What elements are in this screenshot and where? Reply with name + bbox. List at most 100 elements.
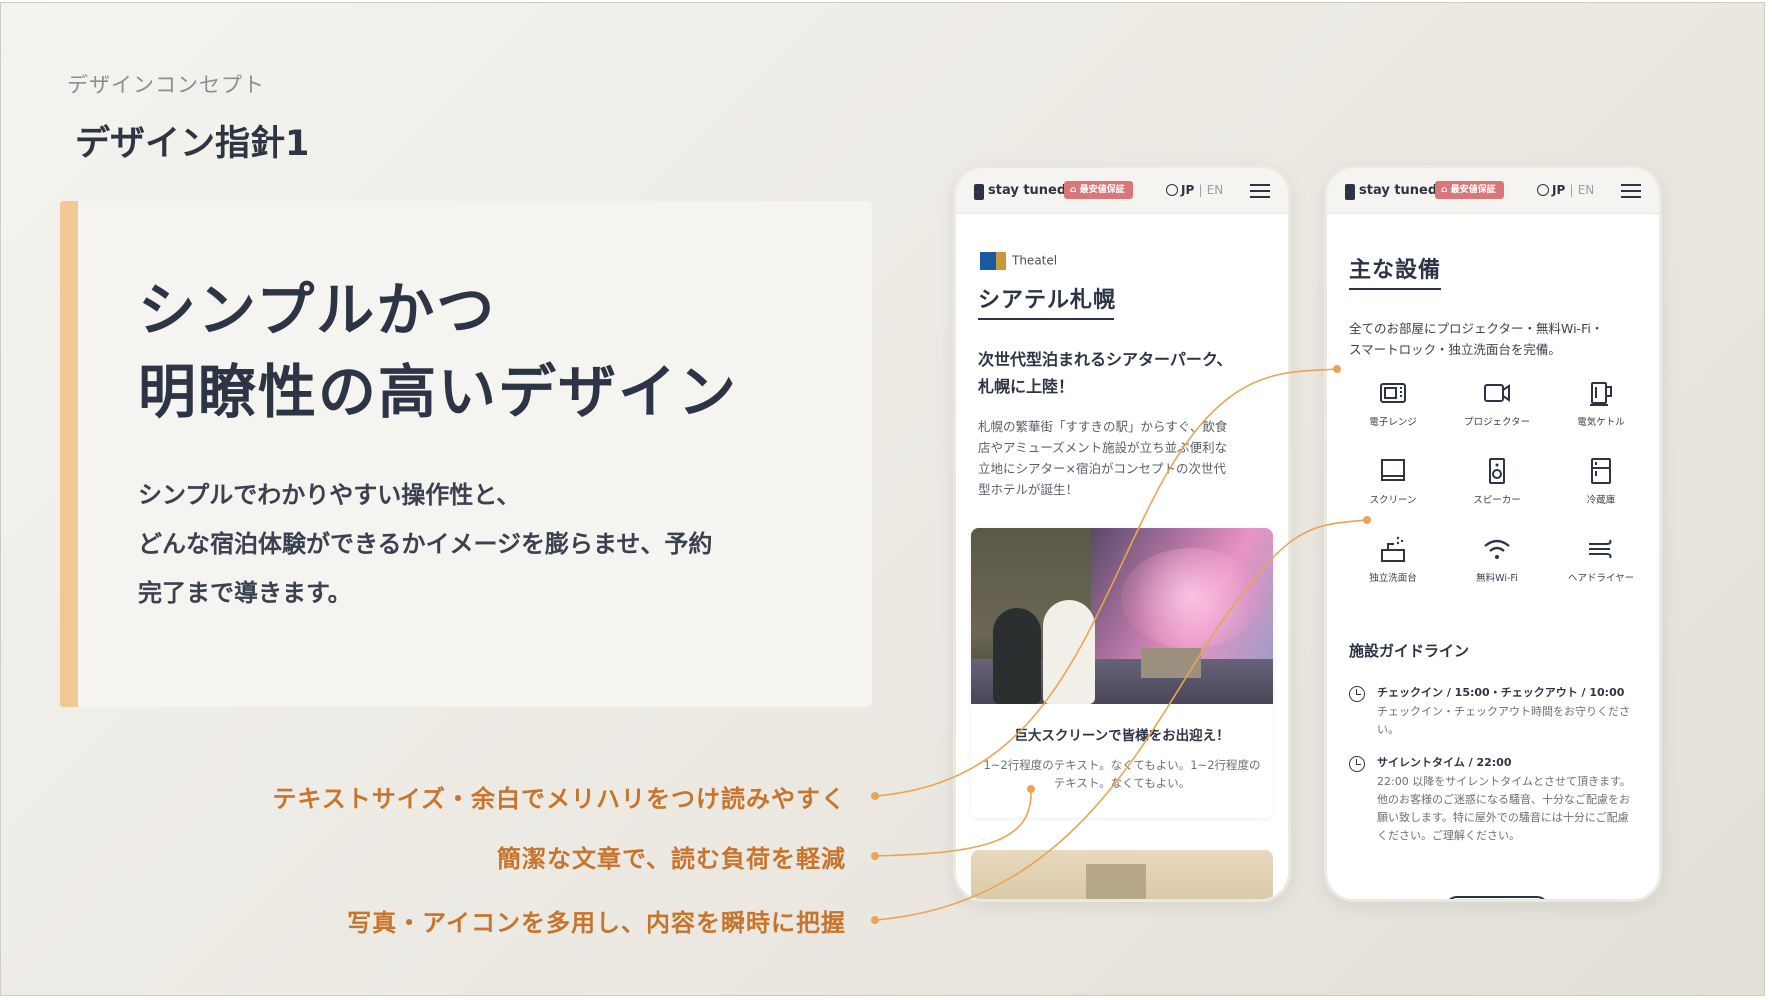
amenity-washbasin: 独立洗面台 bbox=[1341, 534, 1445, 604]
stay-tuned-logo-text[interactable]: stay tuned bbox=[988, 183, 1066, 198]
washbasin-icon bbox=[1381, 536, 1405, 562]
feature-title: 巨大スクリーンで皆様をお出迎え！ bbox=[1014, 728, 1230, 744]
clock-icon bbox=[1349, 686, 1365, 702]
hotel-name: シアテル札幌 bbox=[978, 288, 1117, 313]
feature-text: 1~2行程度のテキスト。なくてもよい。1~2行程度のテキスト。なくてもよい。 bbox=[983, 758, 1261, 790]
amenity-screen: スクリーン bbox=[1341, 456, 1445, 526]
phone-mockup-hotel: stay tuned ⌂ 最安値保証 JP | EN Theatel シアテル札… bbox=[953, 165, 1291, 902]
stay-tuned-logo-icon[interactable] bbox=[1345, 184, 1355, 200]
headline-line: 明瞭性の高いデザイン bbox=[138, 358, 739, 426]
hairdryer-icon bbox=[1589, 539, 1612, 559]
amenity-hairdryer: ヘアドライヤー bbox=[1549, 534, 1653, 604]
annotation-dot bbox=[871, 792, 879, 800]
language-switch[interactable]: JP | EN bbox=[1537, 183, 1594, 197]
catch-line: 札幌に上陸！ bbox=[978, 377, 1075, 396]
badge-label: 最安値保証 bbox=[1079, 185, 1125, 195]
screen-icon bbox=[1381, 459, 1405, 481]
body-line: どんな宿泊体験ができるかイメージを膨らませ、予約 bbox=[138, 530, 713, 558]
kettle-icon bbox=[1590, 382, 1612, 406]
amenity-label: 独立洗面台 bbox=[1369, 573, 1417, 584]
globe-icon bbox=[1537, 184, 1549, 196]
feature-card[interactable]: 巨大スクリーンで皆様をお出迎え！ 1~2行程度のテキスト。なくてもよい。1~2行… bbox=[971, 528, 1273, 818]
hotel-description: 札幌の繁華街「すすきの駅」からすぐ、飲食 店やアミューズメント施設が立ち並ぶ便利… bbox=[978, 416, 1273, 500]
phone-header: stay tuned ⌂ 最安値保証 JP | EN bbox=[956, 168, 1288, 214]
amenity-microwave: 電子レンジ bbox=[1341, 378, 1445, 448]
annotation-dot bbox=[871, 916, 879, 924]
amenity-label: プロジェクター bbox=[1463, 417, 1531, 428]
amenity-label: 電気ケトル bbox=[1577, 417, 1625, 428]
wifi-icon bbox=[1484, 539, 1510, 559]
lowest-price-badge: ⌂ 最安値保証 bbox=[1435, 181, 1504, 199]
phone-mockup-amenities: stay tuned ⌂ 最安値保証 JP | EN 主な設備 全てのお部屋にプ… bbox=[1324, 165, 1662, 902]
microwave-icon bbox=[1380, 383, 1406, 403]
hamburger-menu-icon[interactable] bbox=[1621, 184, 1641, 198]
amenity-label: 冷蔵庫 bbox=[1586, 495, 1616, 506]
read-more-button[interactable] bbox=[1445, 896, 1549, 899]
badge-label: 最安値保証 bbox=[1450, 185, 1496, 195]
amenity-label: ヘアドライヤー bbox=[1567, 573, 1635, 584]
amenity-projector: プロジェクター bbox=[1445, 378, 1549, 448]
annotation-text-size: テキストサイズ・余白でメリハリをつけ読みやすく bbox=[272, 785, 846, 813]
amenities-title-underline bbox=[1349, 288, 1441, 290]
lang-en[interactable]: EN bbox=[1578, 183, 1595, 197]
amenity-fridge: 冷蔵庫 bbox=[1549, 456, 1653, 526]
theater-photo bbox=[971, 528, 1273, 704]
concept-body: シンプルでわかりやすい操作性と、 どんな宿泊体験ができるかイメージを膨らませ、予… bbox=[138, 471, 838, 618]
clock-icon bbox=[1349, 756, 1365, 772]
guideline-heading: サイレントタイム / 22:00 bbox=[1377, 756, 1512, 769]
annotation-photos-icons: 写真・アイコンを多用し、内容を瞬時に把握 bbox=[347, 909, 846, 937]
amenities-desc-line: スマートロック・独立洗面台を完備。 bbox=[1349, 342, 1561, 357]
hotel-catchcopy: 次世代型泊まれるシアターパーク、 札幌に上陸！ bbox=[978, 346, 1268, 400]
language-switch[interactable]: JP | EN bbox=[1166, 183, 1223, 197]
theatel-logo-text: Theatel bbox=[1012, 253, 1058, 268]
annotation-concise-text: 簡潔な文章で、読む負荷を軽減 bbox=[496, 845, 846, 873]
guideline-title: 施設ガイドライン bbox=[1349, 642, 1470, 660]
slide: デザインコンセプト デザイン指針1 シンプルかつ 明瞭性の高いデザイン シンプル… bbox=[0, 2, 1765, 996]
catch-line: 次世代型泊まれるシアターパーク、 bbox=[978, 350, 1233, 369]
amenity-wifi: 無料Wi-Fi bbox=[1445, 534, 1549, 604]
amenities-description: 全てのお部屋にプロジェクター・無料Wi-Fi・ スマートロック・独立洗面台を完備… bbox=[1349, 318, 1649, 360]
guideline-silent-time: サイレントタイム / 22:00 22:00 以降をサイレントタイムとさせて頂き… bbox=[1349, 754, 1639, 845]
amenities-desc-line: 全てのお部屋にプロジェクター・無料Wi-Fi・ bbox=[1349, 321, 1604, 336]
concept-headline: シンプルかつ 明瞭性の高いデザイン bbox=[138, 269, 738, 433]
lowest-price-badge: ⌂ 最安値保証 bbox=[1064, 181, 1133, 199]
desc-line: 型ホテルが誕生！ bbox=[978, 482, 1079, 497]
amenity-label: 無料Wi-Fi bbox=[1476, 573, 1518, 584]
body-line: 完了まで導きます。 bbox=[138, 579, 352, 607]
concept-accent-bar bbox=[60, 201, 78, 707]
stay-tuned-logo-icon[interactable] bbox=[974, 184, 984, 200]
lang-separator: | bbox=[1569, 183, 1574, 197]
desc-line: 立地にシアター×宿泊がコンセプトの次世代 bbox=[978, 461, 1226, 476]
amenities-title: 主な設備 bbox=[1349, 258, 1442, 283]
phone-header: stay tuned ⌂ 最安値保証 JP | EN bbox=[1327, 168, 1659, 214]
amenity-label: スクリーン bbox=[1369, 495, 1417, 506]
amenity-kettle: 電気ケトル bbox=[1549, 378, 1653, 448]
annotation-dot bbox=[871, 852, 879, 860]
body-line: シンプルでわかりやすい操作性と、 bbox=[138, 481, 521, 509]
room-photo bbox=[971, 850, 1273, 899]
amenity-label: 電子レンジ bbox=[1369, 417, 1417, 428]
lang-en[interactable]: EN bbox=[1207, 183, 1224, 197]
headline-line: シンプルかつ bbox=[138, 276, 497, 344]
theatel-logo: Theatel bbox=[980, 250, 1057, 270]
lang-jp[interactable]: JP bbox=[1181, 183, 1194, 197]
guideline-body: チェックイン・チェックアウト時間をお守りください。 bbox=[1377, 705, 1630, 736]
projector-icon bbox=[1484, 384, 1510, 402]
fridge-icon bbox=[1591, 458, 1611, 484]
guideline-body: 22:00 以降をサイレントタイムとさせて頂きます。他のお客様のご迷惑になる騒音… bbox=[1377, 775, 1631, 842]
hamburger-menu-icon[interactable] bbox=[1250, 184, 1270, 198]
lang-jp[interactable]: JP bbox=[1552, 183, 1565, 197]
slide-eyebrow: デザインコンセプト bbox=[67, 73, 265, 97]
guideline-heading: チェックイン / 15:00・チェックアウト / 10:00 bbox=[1377, 686, 1625, 699]
page-title: デザイン指針1 bbox=[75, 124, 310, 164]
desc-line: 店やアミューズメント施設が立ち並ぶ便利な bbox=[978, 440, 1228, 455]
globe-icon bbox=[1166, 184, 1178, 196]
desc-line: 札幌の繁華街「すすきの駅」からすぐ、飲食 bbox=[978, 419, 1228, 434]
hotel-name-underline bbox=[978, 318, 1114, 320]
concept-card: シンプルかつ 明瞭性の高いデザイン シンプルでわかりやすい操作性と、 どんな宿泊… bbox=[60, 201, 872, 707]
amenity-label: スピーカー bbox=[1473, 495, 1521, 506]
amenity-speaker: スピーカー bbox=[1445, 456, 1549, 526]
speaker-icon bbox=[1489, 458, 1505, 484]
guideline-checkin: チェックイン / 15:00・チェックアウト / 10:00 チェックイン・チェ… bbox=[1349, 684, 1639, 739]
stay-tuned-logo-text[interactable]: stay tuned bbox=[1359, 183, 1437, 198]
